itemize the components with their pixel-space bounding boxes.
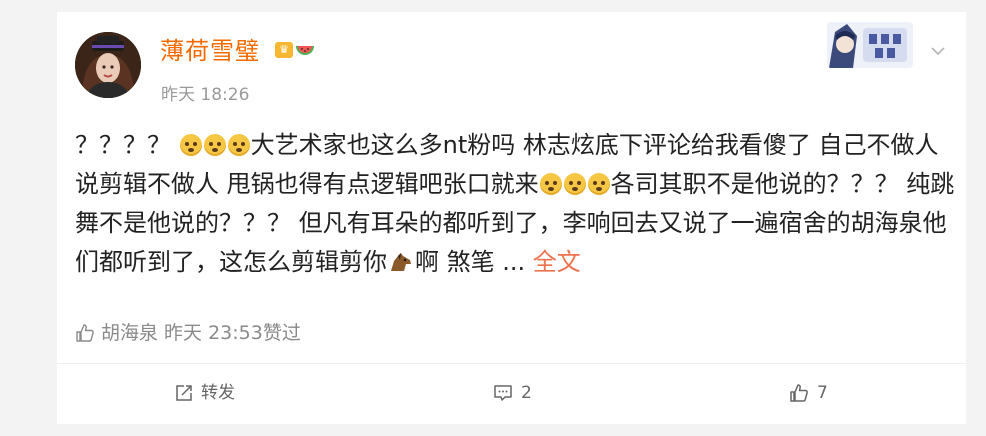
post-text-part: ？？？？ (75, 131, 179, 159)
full-text-link[interactable]: 全文 (533, 248, 581, 276)
user-avatar[interactable] (75, 32, 141, 98)
dizzy-face-emoji-icon (587, 173, 610, 195)
liked-by-text: 胡海泉 昨天 23:53赞过 (101, 322, 301, 344)
comment-icon (494, 385, 512, 401)
chevron-down-icon[interactable] (930, 46, 946, 56)
post-actions-bar: 转发 2 7 (57, 364, 966, 424)
dizzy-face-emoji-icon (563, 173, 586, 195)
decorative-card-art (827, 22, 913, 68)
dizzy-face-emoji-icon (539, 173, 562, 195)
comment-count: 2 (521, 383, 532, 403)
crown-badge-icon[interactable]: ♛ (275, 42, 293, 58)
anime-character-icon (827, 22, 913, 68)
thumbs-up-icon (790, 384, 808, 402)
share-icon (176, 385, 192, 401)
share-label: 转发 (201, 383, 235, 403)
post-text-part: 啊 煞笔 ... (415, 248, 533, 276)
horse-emoji-icon (391, 253, 411, 271)
thumbs-up-icon (76, 324, 94, 342)
like-button[interactable]: 7 (789, 382, 828, 404)
post-content: ？？？？ 大艺术家也这么多nt粉吗 林志炫底下评论给我看傻了 自己不做人说剪辑不… (75, 126, 955, 282)
dizzy-face-emoji-icon (227, 134, 250, 156)
like-count: 7 (817, 383, 828, 403)
dizzy-face-emoji-icon (203, 134, 226, 156)
weibo-post-card: 薄荷雪璧 ♛ 昨天 18:26 ？？？？ 大艺术家也这么多nt粉吗 林志炫底下评… (57, 12, 966, 424)
liked-by-line: 胡海泉 昨天 23:53赞过 (75, 320, 301, 346)
post-username[interactable]: 薄荷雪璧 (160, 36, 260, 66)
post-timestamp: 昨天 18:26 (161, 85, 250, 105)
user-badges: ♛ (275, 42, 315, 58)
avatar-portrait-icon (75, 32, 141, 98)
watermelon-badge-icon[interactable] (295, 42, 315, 58)
comment-button[interactable]: 2 (493, 382, 532, 404)
share-button[interactable]: 转发 (175, 382, 235, 404)
dizzy-face-emoji-icon (179, 134, 202, 156)
